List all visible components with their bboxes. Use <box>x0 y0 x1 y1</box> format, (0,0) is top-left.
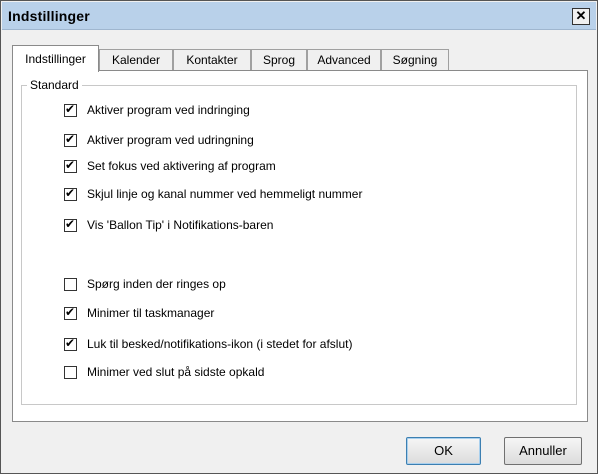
cancel-button[interactable]: Annuller <box>504 437 582 465</box>
checkbox[interactable] <box>64 158 77 173</box>
checkbox[interactable] <box>64 217 77 232</box>
checkbox[interactable] <box>64 365 77 379</box>
tab-sprog[interactable]: Sprog <box>251 49 307 71</box>
option-skjul-linje[interactable]: Skjul linje og kanal nummer ved hemmelig… <box>64 186 362 202</box>
checkbox[interactable] <box>64 102 77 117</box>
close-icon: ✕ <box>575 8 587 23</box>
tab-indstillinger[interactable]: Indstillinger <box>12 45 99 72</box>
option-aktiver-indringing[interactable]: Aktiver program ved indringing <box>64 102 250 118</box>
tab-kontakter[interactable]: Kontakter <box>173 49 251 71</box>
tab-label: Søgning <box>392 53 438 67</box>
checkbox[interactable] <box>64 277 77 291</box>
window-title: Indstillinger <box>8 8 90 24</box>
settings-dialog: Indstillinger ✕ Indstillinger Kalender K… <box>0 0 598 474</box>
tab-panel-indstillinger: Standard Aktiver program ved indringing … <box>12 70 588 422</box>
option-label: Luk til besked/notifikations-ikon (i ste… <box>87 337 353 351</box>
tab-label: Kontakter <box>186 53 238 67</box>
option-label: Skjul linje og kanal nummer ved hemmelig… <box>87 187 363 201</box>
groupbox-legend: Standard <box>27 78 82 92</box>
tab-soegning[interactable]: Søgning <box>381 49 449 71</box>
option-luk-til-besked[interactable]: Luk til besked/notifikations-ikon (i ste… <box>64 336 352 352</box>
option-label: Set fokus ved aktivering af program <box>87 159 276 173</box>
option-set-fokus[interactable]: Set fokus ved aktivering af program <box>64 158 276 174</box>
option-label: Minimer til taskmanager <box>87 306 215 320</box>
option-minimer-sidste-opkald[interactable]: Minimer ved slut på sidste opkald <box>64 364 264 380</box>
option-label: Aktiver program ved udringning <box>87 133 254 147</box>
option-label: Minimer ved slut på sidste opkald <box>87 365 265 379</box>
option-label: Vis 'Ballon Tip' i Notifikations-baren <box>87 218 274 232</box>
tab-label: Kalender <box>111 53 161 67</box>
tab-advanced[interactable]: Advanced <box>307 49 381 71</box>
cancel-button-label: Annuller <box>519 443 567 458</box>
checkbox[interactable] <box>64 132 77 147</box>
title-bar[interactable]: Indstillinger ✕ <box>2 2 596 30</box>
close-button[interactable]: ✕ <box>572 8 590 25</box>
checkbox[interactable] <box>64 336 77 351</box>
option-label: Aktiver program ved indringing <box>87 103 250 117</box>
option-ballon-tip[interactable]: Vis 'Ballon Tip' i Notifikations-baren <box>64 217 273 233</box>
option-spoerg-inden[interactable]: Spørg inden der ringes op <box>64 276 226 292</box>
standard-groupbox: Standard Aktiver program ved indringing … <box>21 78 577 405</box>
tab-label: Advanced <box>317 53 371 67</box>
tab-label: Sprog <box>262 53 296 67</box>
option-minimer-taskmanager[interactable]: Minimer til taskmanager <box>64 305 214 321</box>
ok-button[interactable]: OK <box>406 437 481 465</box>
ok-button-label: OK <box>434 443 453 458</box>
checkbox[interactable] <box>64 186 77 201</box>
tab-kalender[interactable]: Kalender <box>99 49 173 71</box>
checkbox[interactable] <box>64 305 77 320</box>
option-label: Spørg inden der ringes op <box>87 277 226 291</box>
option-aktiver-udringning[interactable]: Aktiver program ved udringning <box>64 132 254 148</box>
tab-label: Indstillinger <box>25 52 86 66</box>
